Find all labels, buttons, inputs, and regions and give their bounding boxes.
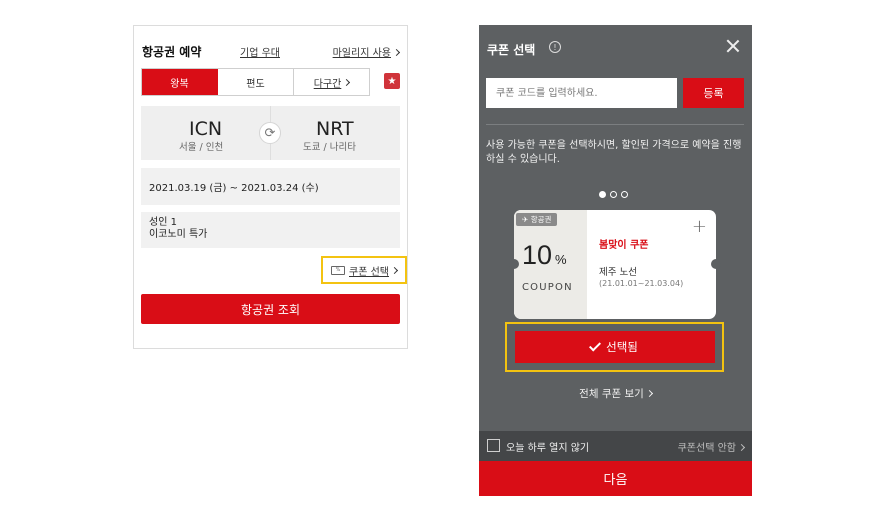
next-button[interactable]: 다음 xyxy=(479,461,752,496)
coupon-select-modal: 쿠폰 선택 ! 등록 사용 가능한 쿠폰을 선택하시면, 할인된 가격으로 예약… xyxy=(479,25,752,496)
booking-title: 항공권 예약 xyxy=(142,45,202,59)
coupon-select-label: 쿠폰 선택 xyxy=(349,266,389,278)
destination-code[interactable]: NRT xyxy=(316,118,354,140)
origin-city: 서울 / 인천 xyxy=(179,142,224,153)
no-coupon-link[interactable]: 쿠폰선택 안함 xyxy=(677,439,746,454)
cabin-class: 이코노미 특가 xyxy=(149,229,208,240)
close-icon[interactable] xyxy=(724,37,742,55)
corporate-discount-link[interactable]: 기업 우대 xyxy=(240,44,280,59)
chevron-right-icon xyxy=(645,389,653,398)
search-flights-button[interactable]: 항공권 조회 xyxy=(141,294,400,324)
carousel-pagination xyxy=(599,191,628,198)
register-button[interactable]: 등록 xyxy=(683,78,744,108)
coupon-badge-label: 항공권 xyxy=(530,215,552,224)
pagination-dot[interactable] xyxy=(610,191,617,198)
view-all-coupons-link[interactable]: 전체 쿠폰 보기 xyxy=(479,386,752,401)
route-selector: ICN 서울 / 인천 ⟳ NRT 도쿄 / 나리타 xyxy=(141,106,400,160)
coupon-icon: % xyxy=(331,265,345,275)
dont-show-today-checkbox[interactable] xyxy=(487,439,500,452)
tab-one-way[interactable]: 편도 xyxy=(218,69,294,95)
modal-title: 쿠폰 선택 xyxy=(487,43,536,57)
coupon-notch xyxy=(509,259,519,269)
dont-show-today-label[interactable]: 오늘 하루 열지 않기 xyxy=(506,439,589,454)
coupon-code-input[interactable] xyxy=(486,78,677,108)
chevron-right-icon xyxy=(390,266,399,274)
passenger-count: 성인 1 xyxy=(149,217,177,228)
no-coupon-label: 쿠폰선택 안함 xyxy=(677,443,736,454)
coupon-discount: 10% xyxy=(522,240,567,271)
travel-dates-field[interactable]: 2021.03.19 (금) ~ 2021.03.24 (수) xyxy=(141,168,400,205)
coupon-card[interactable]: ✈ 항공권 10% COUPON 봄맞이 쿠폰 제주 노선 (21.01.01~… xyxy=(509,210,721,319)
discount-unit: % xyxy=(555,252,567,267)
chevron-right-icon xyxy=(737,443,746,452)
info-icon[interactable]: ! xyxy=(549,41,561,53)
origin-code[interactable]: ICN xyxy=(189,118,222,140)
divider xyxy=(486,124,744,125)
flight-booking-panel: 항공권 예약 기업 우대 마일리지 사용 왕복 편도 다구간 ★ ICN 서울 … xyxy=(133,25,408,349)
coupon-select-link[interactable]: % 쿠폰 선택 xyxy=(321,256,407,284)
coupon-period: (21.01.01~21.03.04) xyxy=(599,279,684,288)
refresh-icon[interactable]: ⟳ xyxy=(259,122,281,144)
selected-button-label: 선택됨 xyxy=(606,340,638,354)
trip-type-tabs: 왕복 편도 다구간 xyxy=(141,68,370,96)
pagination-dot[interactable] xyxy=(621,191,628,198)
chevron-right-icon xyxy=(392,48,401,57)
destination-city: 도쿄 / 나리타 xyxy=(303,142,356,153)
view-all-coupons-label: 전체 쿠폰 보기 xyxy=(579,388,644,400)
tab-round-trip[interactable]: 왕복 xyxy=(142,69,218,95)
coupon-notch xyxy=(711,259,721,269)
tab-multi-city-label: 다구간 xyxy=(313,78,342,90)
coupon-description: 사용 가능한 쿠폰을 선택하시면, 할인된 가격으로 예약을 진행하실 수 있습… xyxy=(486,140,742,165)
airplane-icon: ✈ xyxy=(522,215,529,224)
coupon-badge: ✈ 항공권 xyxy=(516,213,558,226)
discount-value: 10 xyxy=(522,240,553,270)
tab-multi-city[interactable]: 다구간 xyxy=(294,69,369,95)
coupon-route: 제주 노선 xyxy=(599,267,637,278)
modal-footer-options: 오늘 하루 열지 않기 쿠폰선택 안함 xyxy=(479,431,752,461)
pagination-dot[interactable] xyxy=(599,191,606,198)
mileage-link-label: 마일리지 사용 xyxy=(332,48,391,59)
plus-icon[interactable]: + xyxy=(692,216,707,237)
star-icon[interactable]: ★ xyxy=(384,73,400,89)
coupon-label: COUPON xyxy=(522,282,573,293)
passenger-cabin-field[interactable]: 성인 1 이코노미 특가 xyxy=(141,212,400,248)
coupon-name: 봄맞이 쿠폰 xyxy=(599,240,649,251)
mileage-link[interactable]: 마일리지 사용 xyxy=(332,44,401,59)
selected-button[interactable]: 선택됨 xyxy=(515,331,715,363)
check-icon xyxy=(589,339,602,352)
chevron-right-icon xyxy=(343,78,351,86)
